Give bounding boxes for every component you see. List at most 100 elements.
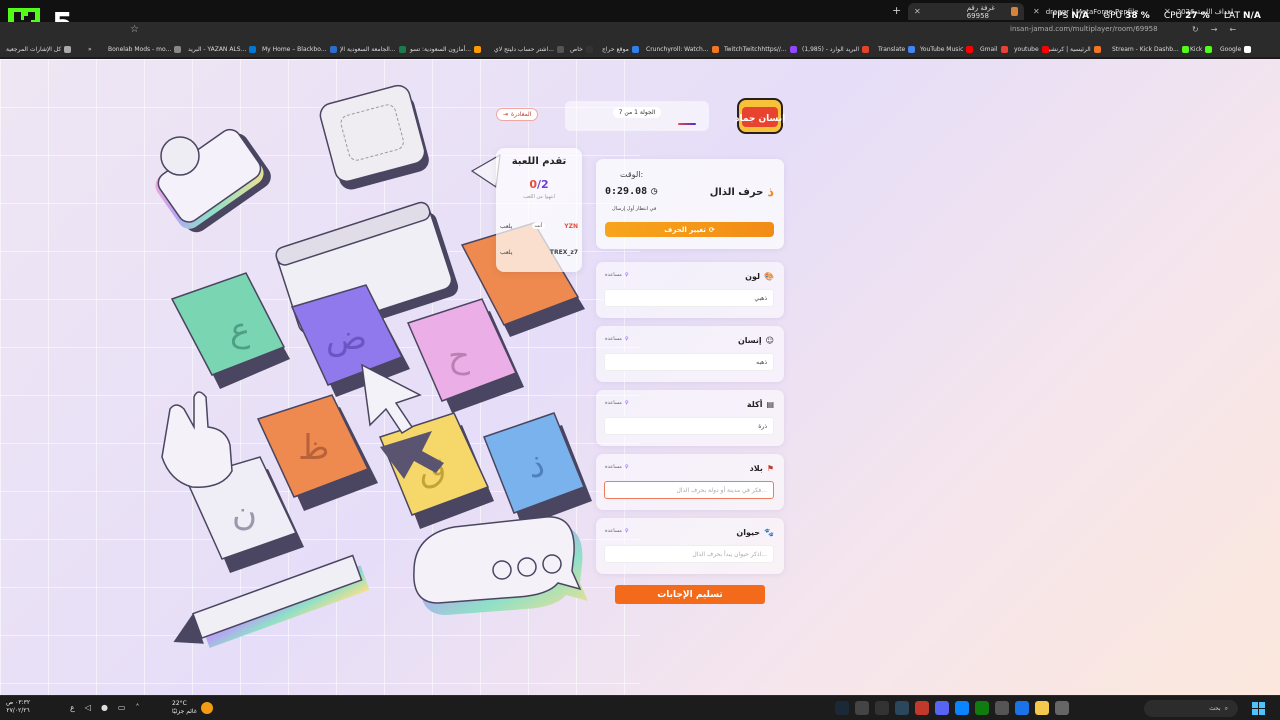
bookmark-item[interactable]: اشتر حساب دليتج لاي...: [494, 46, 564, 53]
weather-widget[interactable]: 22°C غائم جزئيًا: [172, 700, 213, 716]
bookmark-item[interactable]: الجامعة السعودية الإ...: [340, 46, 406, 53]
weather-desc: غائم جزئيًا: [172, 708, 197, 715]
steam-icon[interactable]: [835, 701, 849, 715]
search-icon: ⌕: [1224, 704, 1228, 712]
bookmark-item[interactable]: موقع حراج: [602, 46, 639, 53]
help-button[interactable]: مساعدة ♀: [605, 272, 629, 278]
help-button[interactable]: مساعدة ♀: [605, 336, 629, 342]
bookmark-item[interactable]: Stream - Kick Dashb...: [1112, 46, 1189, 53]
bookmark-item[interactable]: Crunchyroll: Watch...: [646, 46, 719, 53]
quit-button[interactable]: ⇥ المغادرة: [496, 108, 539, 121]
pinned-apps: [835, 701, 1069, 715]
bookmark-item[interactable]: Kick: [1190, 46, 1213, 53]
bookmark-star-icon[interactable]: ☆: [130, 24, 139, 35]
language-indicator[interactable]: ع: [70, 703, 75, 712]
obs-icon[interactable]: [855, 701, 869, 715]
change-letter-button[interactable]: تغيير الحرف ⟳: [605, 222, 774, 237]
reload-icon[interactable]: ↻: [1192, 25, 1199, 34]
more-bookmarks-chevron-icon[interactable]: »: [88, 46, 92, 53]
discord-icon[interactable]: [935, 701, 949, 715]
submit-answers-button[interactable]: تسليم الإجابات: [615, 585, 765, 604]
new-tab-plus-icon[interactable]: +: [892, 4, 901, 17]
flag-icon: ⚑: [766, 464, 774, 473]
help-button[interactable]: مساعدة ♀: [605, 464, 629, 470]
help-button[interactable]: مساعدة ♀: [605, 400, 629, 406]
bookmark-item[interactable]: Bonelab Mods - mo...: [108, 46, 182, 53]
bookmark-item[interactable]: خاص: [570, 46, 593, 53]
game-page: ع ض ح ظ ق ذ: [0, 59, 1280, 695]
close-icon[interactable]: ✕: [914, 7, 921, 16]
bookmarks-bar: Google Kick Stream - Kick Dashb... الرئي…: [0, 41, 1280, 58]
game-logo: إنسان جماد: [735, 98, 785, 134]
recorder-icon[interactable]: [915, 701, 929, 715]
waiting-status: في انتظار أول إرسال: [612, 206, 657, 212]
game-logo-text: إنسان جماد: [735, 114, 785, 124]
fps-value: N/A: [1071, 11, 1090, 21]
network-icon[interactable]: ▭: [118, 703, 126, 712]
lightbulb-icon: ♀: [624, 336, 629, 342]
taskbar: ٠٣:٣٢ ص ٢٧/٠٢/٢٦ ع ◁ ● ▭ ˄ 22°C غائم جزئي…: [0, 695, 1280, 720]
mic-icon[interactable]: ●: [101, 703, 108, 712]
url-field[interactable]: insan-jamad.com/multiplayer/room/69958: [1010, 25, 1158, 33]
back-icon[interactable]: ←: [1229, 25, 1236, 34]
steam-alt-icon[interactable]: [895, 701, 909, 715]
progress-subtitle: انتهوا من اللعب: [522, 194, 556, 200]
lightbulb-icon: ♀: [624, 464, 629, 470]
chrome-icon[interactable]: [1015, 701, 1029, 715]
help-button[interactable]: مساعدة ♀: [605, 528, 629, 534]
category-title: لون 🎨: [745, 272, 774, 281]
tab-room[interactable]: ✕ غرفة رقم 69958: [908, 3, 1024, 20]
player-status: يلعب: [500, 222, 513, 230]
edge-icon[interactable]: [955, 701, 969, 715]
lightbulb-icon: ♀: [624, 528, 629, 534]
player-row: يلعب أنت YZN: [500, 218, 578, 234]
bookmark-item[interactable]: TwitchTwitchhttps//...: [724, 46, 797, 53]
round-label: الجولة 1 من 7: [612, 107, 662, 118]
food-icon: ▤: [766, 400, 774, 409]
file-explorer-icon[interactable]: [1035, 701, 1049, 715]
app-icon[interactable]: [875, 701, 889, 715]
chevron-up-icon[interactable]: ˄: [135, 703, 139, 712]
keycap-letter: ظ: [298, 428, 329, 468]
taskbar-search[interactable]: بحث ⌕: [1144, 700, 1238, 717]
xbox-icon[interactable]: [975, 701, 989, 715]
keycap-letter: ع: [230, 310, 250, 350]
bookmark-item[interactable]: YouTube Music: [920, 46, 974, 53]
keycap-green: ع: [170, 272, 290, 389]
bookmark-item[interactable]: أمازون السعودية: تسو...: [410, 46, 482, 53]
animal-icon: 🐾: [764, 528, 774, 537]
bookmark-item[interactable]: البريد - YAZAN ALS...: [188, 46, 257, 53]
change-letter-label: تغيير الحرف: [664, 225, 706, 234]
forward-icon[interactable]: →: [1211, 25, 1218, 34]
windows-start-icon[interactable]: [1252, 702, 1265, 715]
timer-value: 0:29.08: [605, 186, 648, 197]
close-icon[interactable]: ✕: [1033, 7, 1040, 16]
progress-total: 2: [541, 178, 549, 191]
square-pad: [319, 84, 429, 190]
clock[interactable]: ٠٣:٣٢ ص ٢٧/٠٢/٢٦: [6, 699, 30, 715]
gpu-label: GPU: [1103, 11, 1123, 21]
speaker-icon[interactable]: ◁: [85, 703, 91, 712]
person-answer-input[interactable]: ذهبه: [604, 353, 774, 371]
color-answer-input[interactable]: ذهبي: [604, 289, 774, 307]
letter-name: حرف الذال: [709, 187, 764, 198]
bookmark-item[interactable]: Translate: [878, 46, 916, 53]
country-answer-input[interactable]: فكر في مدينة أو دولة بحرف الذال...: [604, 481, 774, 499]
food-answer-input[interactable]: ذرة: [604, 417, 774, 435]
bookmark-item[interactable]: Gmail: [980, 46, 1008, 53]
clock-icon: ◷: [651, 186, 658, 197]
bookmark-item[interactable]: الرئيسية | كرنشي: [1046, 46, 1101, 53]
app-icon[interactable]: [1055, 701, 1069, 715]
all-bookmarks[interactable]: كل الإشارات المرجعية: [6, 46, 72, 53]
round-indicator: الجولة 1 من 7: [565, 101, 709, 131]
bookmark-item[interactable]: youtube: [1014, 46, 1049, 53]
category-card-color: مساعدة ♀ لون 🎨 ذهبي: [596, 262, 784, 318]
animal-answer-input[interactable]: اذكر حيوان يبدأ بحرف الذال...: [604, 545, 774, 563]
exit-icon: ⇥: [503, 111, 509, 118]
bookmark-item[interactable]: البريد الوارد - (1,985): [802, 46, 870, 53]
app-icon[interactable]: [995, 701, 1009, 715]
progress-done: 0: [529, 178, 537, 191]
bookmark-item[interactable]: Google: [1220, 46, 1252, 53]
bookmark-item[interactable]: My Home – Blackbo...: [262, 46, 337, 53]
keycap-letter: ن: [232, 494, 257, 534]
